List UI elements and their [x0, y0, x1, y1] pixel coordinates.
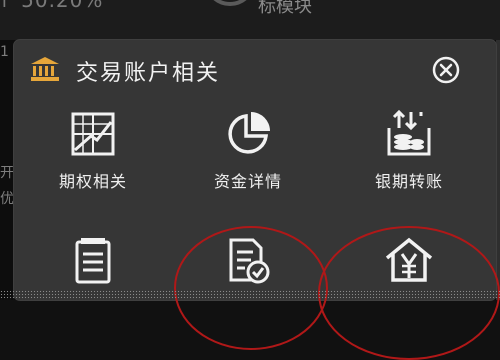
- pie-chart-icon: [228, 112, 270, 154]
- clipboard-icon: [75, 238, 111, 284]
- transfer-coins-icon: [387, 110, 431, 156]
- menu-item-fund-details[interactable]: 资金详情: [193, 110, 303, 192]
- menu-item-bank-transfer[interactable]: 银期转账: [354, 110, 464, 192]
- background-side-char: 开: [0, 165, 14, 181]
- background-side-char: 优: [0, 191, 14, 207]
- annotation-circle: [174, 226, 328, 350]
- background-edge: [496, 40, 500, 300]
- menu-item-clipboard[interactable]: [38, 236, 148, 294]
- menu-item-options[interactable]: 期权相关: [38, 110, 148, 192]
- bank-icon: [31, 57, 59, 81]
- background-module-label: 标模块: [258, 0, 312, 17]
- menu-item-label: 资金详情: [213, 172, 282, 191]
- background-side-char: 1: [0, 44, 9, 60]
- panel-header: 交易账户相关: [14, 40, 496, 96]
- background-percent: ↑ 50.20%: [0, 0, 104, 12]
- image-dither-strip: [0, 290, 500, 300]
- menu-item-label: 银期转账: [374, 172, 443, 191]
- chart-grid-icon: [71, 112, 115, 156]
- close-icon[interactable]: [431, 55, 461, 85]
- menu-item-label: 期权相关: [58, 172, 127, 191]
- panel-title: 交易账户相关: [76, 61, 221, 86]
